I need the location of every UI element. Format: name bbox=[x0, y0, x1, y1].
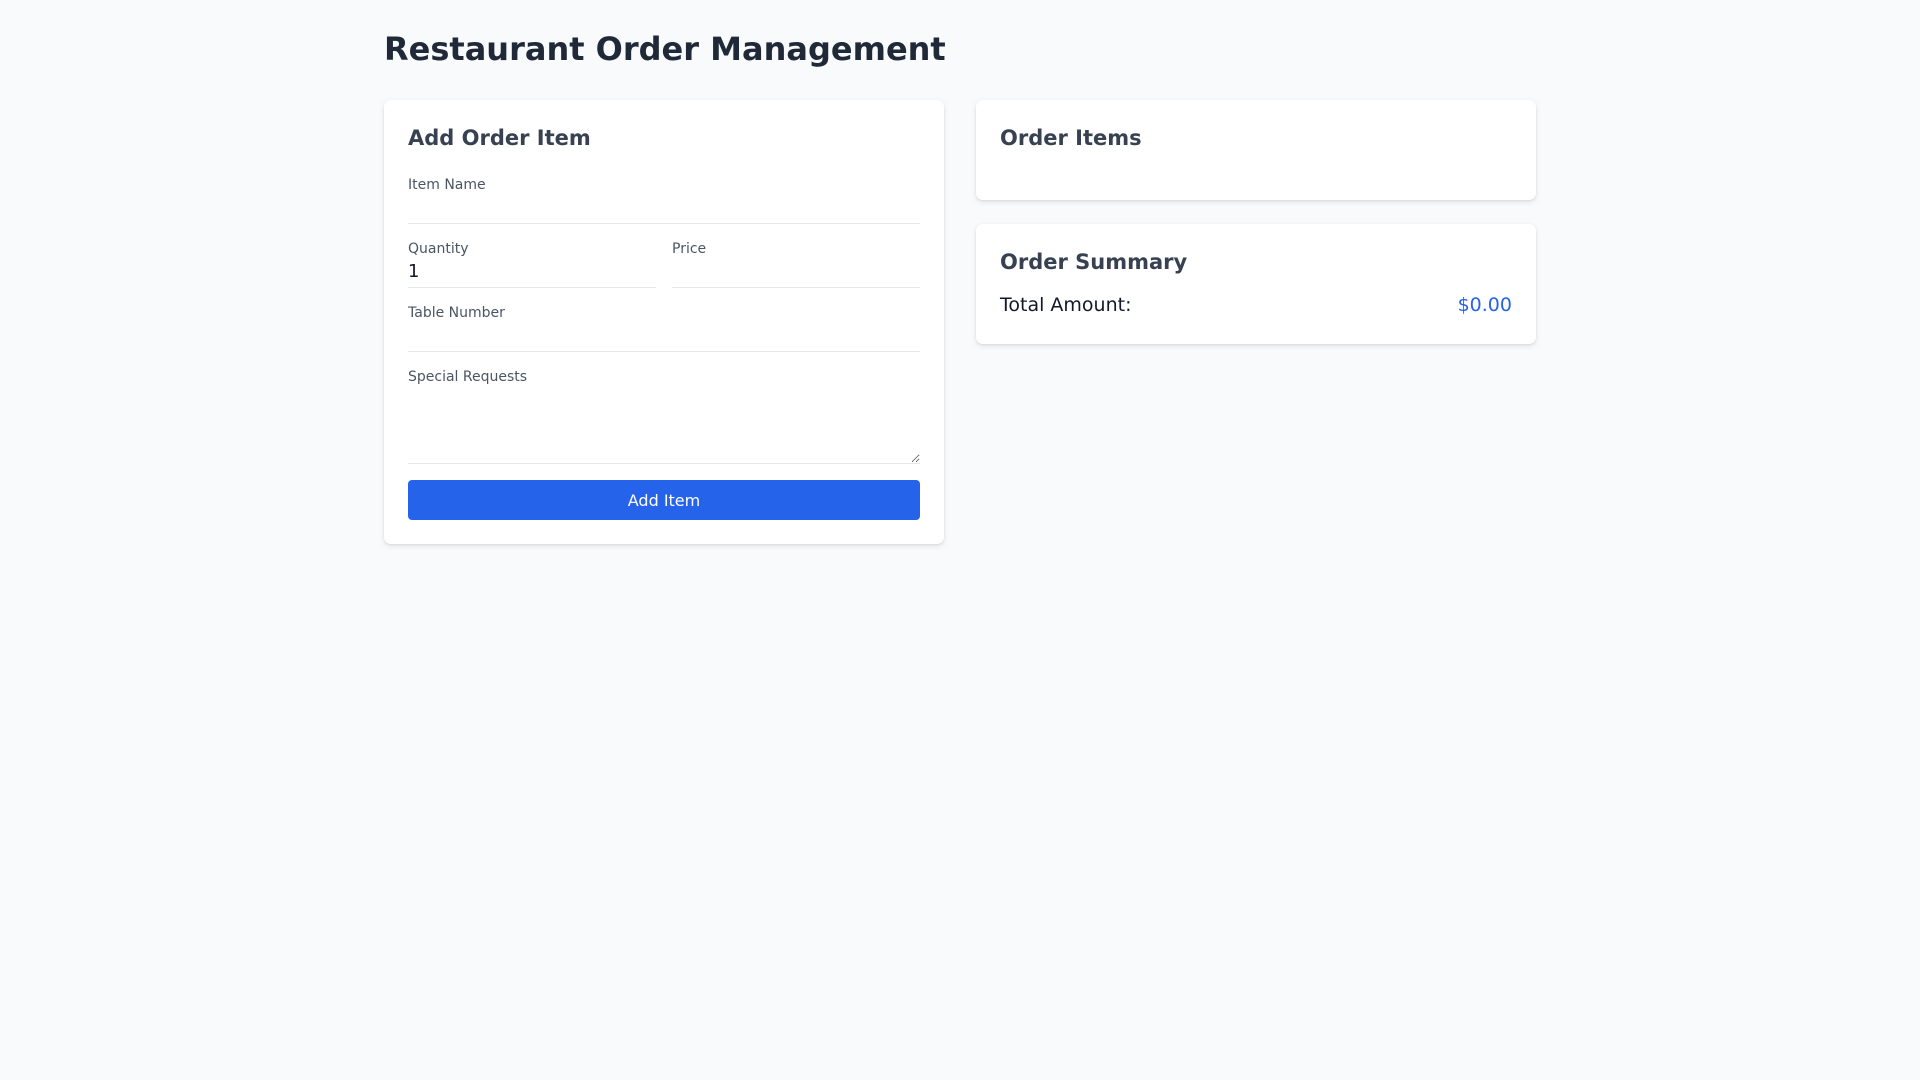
add-item-button[interactable]: Add Item bbox=[408, 480, 920, 520]
total-amount-label: Total Amount: bbox=[1000, 294, 1132, 316]
order-summary-title: Order Summary bbox=[1000, 250, 1188, 274]
total-row: Total Amount: $0.00 bbox=[1000, 294, 1512, 316]
quantity-field: Quantity bbox=[408, 240, 656, 288]
item-name-label: Item Name bbox=[408, 177, 486, 193]
total-amount-value: $0.00 bbox=[1457, 294, 1512, 316]
quantity-label: Quantity bbox=[408, 241, 469, 257]
table-number-input[interactable] bbox=[408, 322, 920, 352]
order-items-title: Order Items bbox=[1000, 126, 1142, 150]
price-input[interactable] bbox=[672, 258, 920, 288]
table-number-label: Table Number bbox=[408, 305, 505, 321]
item-name-field: Item Name bbox=[408, 176, 920, 224]
order-items-card: Order Items bbox=[976, 100, 1536, 200]
page-title: Restaurant Order Management bbox=[384, 30, 946, 68]
special-requests-field: Special Requests bbox=[408, 368, 920, 464]
special-requests-label: Special Requests bbox=[408, 369, 528, 385]
quantity-input[interactable] bbox=[408, 258, 656, 288]
special-requests-textarea[interactable] bbox=[408, 386, 920, 464]
add-order-item-title: Add Order Item bbox=[408, 126, 591, 150]
order-summary-card: Order Summary Total Amount: $0.00 bbox=[976, 224, 1536, 344]
price-field: Price bbox=[672, 240, 920, 288]
price-label: Price bbox=[672, 241, 707, 257]
item-name-input[interactable] bbox=[408, 194, 920, 224]
table-number-field: Table Number bbox=[408, 304, 920, 352]
add-order-item-card: Add Order Item Item Name Quantity Price … bbox=[384, 100, 944, 544]
